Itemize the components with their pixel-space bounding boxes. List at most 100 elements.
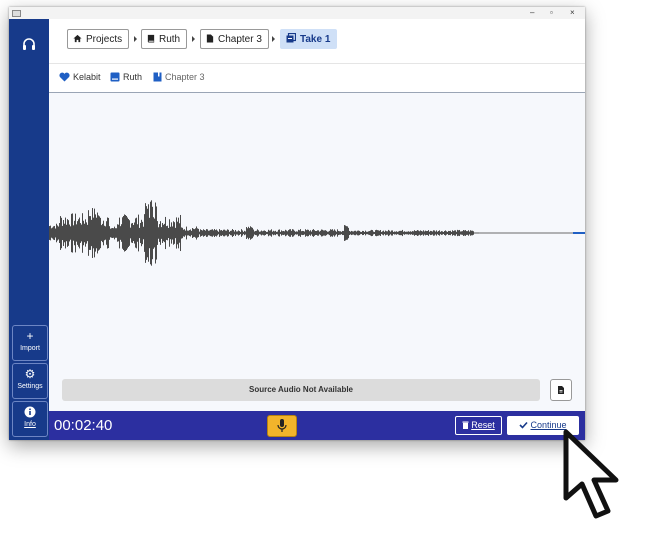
waveform-sample — [321, 229, 322, 237]
minimize-button[interactable]: – — [530, 7, 534, 19]
waveform-sample — [473, 231, 474, 235]
breadcrumb-take[interactable]: Take 1 — [280, 29, 338, 49]
waveform-sample — [193, 228, 194, 238]
close-button[interactable]: × — [570, 7, 575, 19]
book-info: Ruth — [110, 71, 142, 83]
waveform-sample — [152, 206, 153, 260]
waveform-sample — [260, 231, 261, 235]
page-icon — [153, 72, 162, 82]
waveform-sample — [421, 230, 422, 236]
waveform-sample — [470, 230, 471, 236]
check-icon — [519, 421, 529, 429]
waveform-sample — [209, 230, 210, 236]
waveform-sample — [447, 231, 448, 235]
maximize-button[interactable]: ▫ — [550, 7, 553, 19]
waveform-sample — [73, 225, 74, 241]
waveform-sample — [346, 226, 347, 240]
waveform-sample — [377, 230, 378, 236]
waveform-sample — [191, 230, 192, 236]
waveform-sample — [273, 230, 274, 236]
waveform-sample — [310, 230, 311, 236]
waveform-sample — [206, 229, 207, 237]
waveform-sample — [307, 229, 308, 237]
waveform-sample — [171, 222, 172, 244]
waveform-sample — [63, 220, 64, 246]
waveform-sample — [296, 231, 297, 235]
waveform-sample — [268, 229, 269, 237]
waveform-sample — [330, 229, 331, 237]
waveform-sample — [119, 217, 120, 249]
waveform-sample — [461, 231, 462, 235]
waveform-sample — [112, 228, 113, 238]
waveform-sample — [332, 229, 333, 237]
waveform-sample — [342, 230, 343, 236]
waveform-sample — [441, 231, 442, 235]
waveform-sample — [88, 210, 89, 256]
waveform-sample — [189, 230, 190, 236]
plus-icon: + — [26, 329, 34, 343]
info-label: Info — [24, 421, 36, 428]
waveform-sample — [143, 226, 144, 240]
waveform-sample — [202, 230, 203, 236]
waveform-sample — [190, 229, 191, 237]
waveform-area[interactable] — [49, 93, 585, 373]
waveform-sample — [457, 229, 458, 237]
waveform-sample — [369, 231, 370, 235]
waveform-sample — [295, 231, 296, 235]
breadcrumb-chapter[interactable]: Chapter 3 — [200, 29, 269, 49]
waveform-sample — [64, 223, 65, 243]
waveform-sample — [76, 224, 77, 242]
waveform-sample — [398, 231, 399, 235]
waveform-sample — [130, 227, 131, 239]
waveform-sample — [239, 231, 240, 235]
waveform-sample — [72, 213, 73, 253]
breadcrumb-projects[interactable]: Projects — [67, 29, 130, 49]
waveform-sample — [434, 230, 435, 236]
waveform-sample — [214, 229, 215, 237]
waveform-sample — [448, 230, 449, 236]
breadcrumb-projects-label: Projects — [86, 34, 123, 45]
waveform-sample — [278, 229, 279, 237]
waveform-sample — [238, 230, 239, 236]
waveform-sample — [359, 230, 360, 236]
heart-icon — [59, 72, 70, 82]
waveform-sample — [436, 230, 437, 236]
waveform-sample — [85, 219, 86, 247]
waveform-sample — [350, 231, 351, 235]
reset-button[interactable]: Reset — [455, 416, 502, 435]
waveform-sample — [277, 231, 278, 235]
headphones-icon[interactable] — [21, 36, 37, 52]
import-label: Import — [20, 345, 40, 352]
waveform-sample — [468, 230, 469, 236]
waveform-sample — [411, 231, 412, 235]
language-label: Kelabit — [73, 72, 101, 82]
waveform-sample — [323, 230, 324, 236]
waveform-sample — [294, 230, 295, 236]
record-button[interactable] — [267, 415, 297, 437]
waveform-sample — [131, 223, 132, 243]
waveform-sample — [128, 219, 129, 247]
waveform-sample — [61, 217, 62, 249]
waveform-sample — [266, 231, 267, 235]
waveform-sample — [445, 230, 446, 236]
waveform-sample — [365, 230, 366, 236]
import-button[interactable]: + Import — [12, 325, 48, 361]
breadcrumb-ruth[interactable]: Ruth — [141, 29, 188, 49]
waveform-sample — [466, 231, 467, 235]
waveform-sample — [276, 231, 277, 235]
waveform-sample — [400, 230, 401, 236]
waveform-sample — [236, 231, 237, 235]
waveform-sample — [105, 226, 106, 240]
info-button[interactable]: Info — [12, 401, 48, 437]
document-button[interactable] — [550, 379, 572, 401]
settings-button[interactable]: ⚙ Settings — [12, 363, 48, 399]
waveform-sample — [82, 213, 83, 253]
waveform-sample — [357, 230, 358, 236]
waveform-sample — [138, 214, 139, 252]
waveform-sample — [163, 224, 164, 242]
waveform-sample — [320, 230, 321, 236]
waveform-sample — [241, 229, 242, 237]
waveform-sample — [156, 206, 157, 260]
waveform-sample — [455, 230, 456, 236]
waveform-sample — [430, 230, 431, 236]
